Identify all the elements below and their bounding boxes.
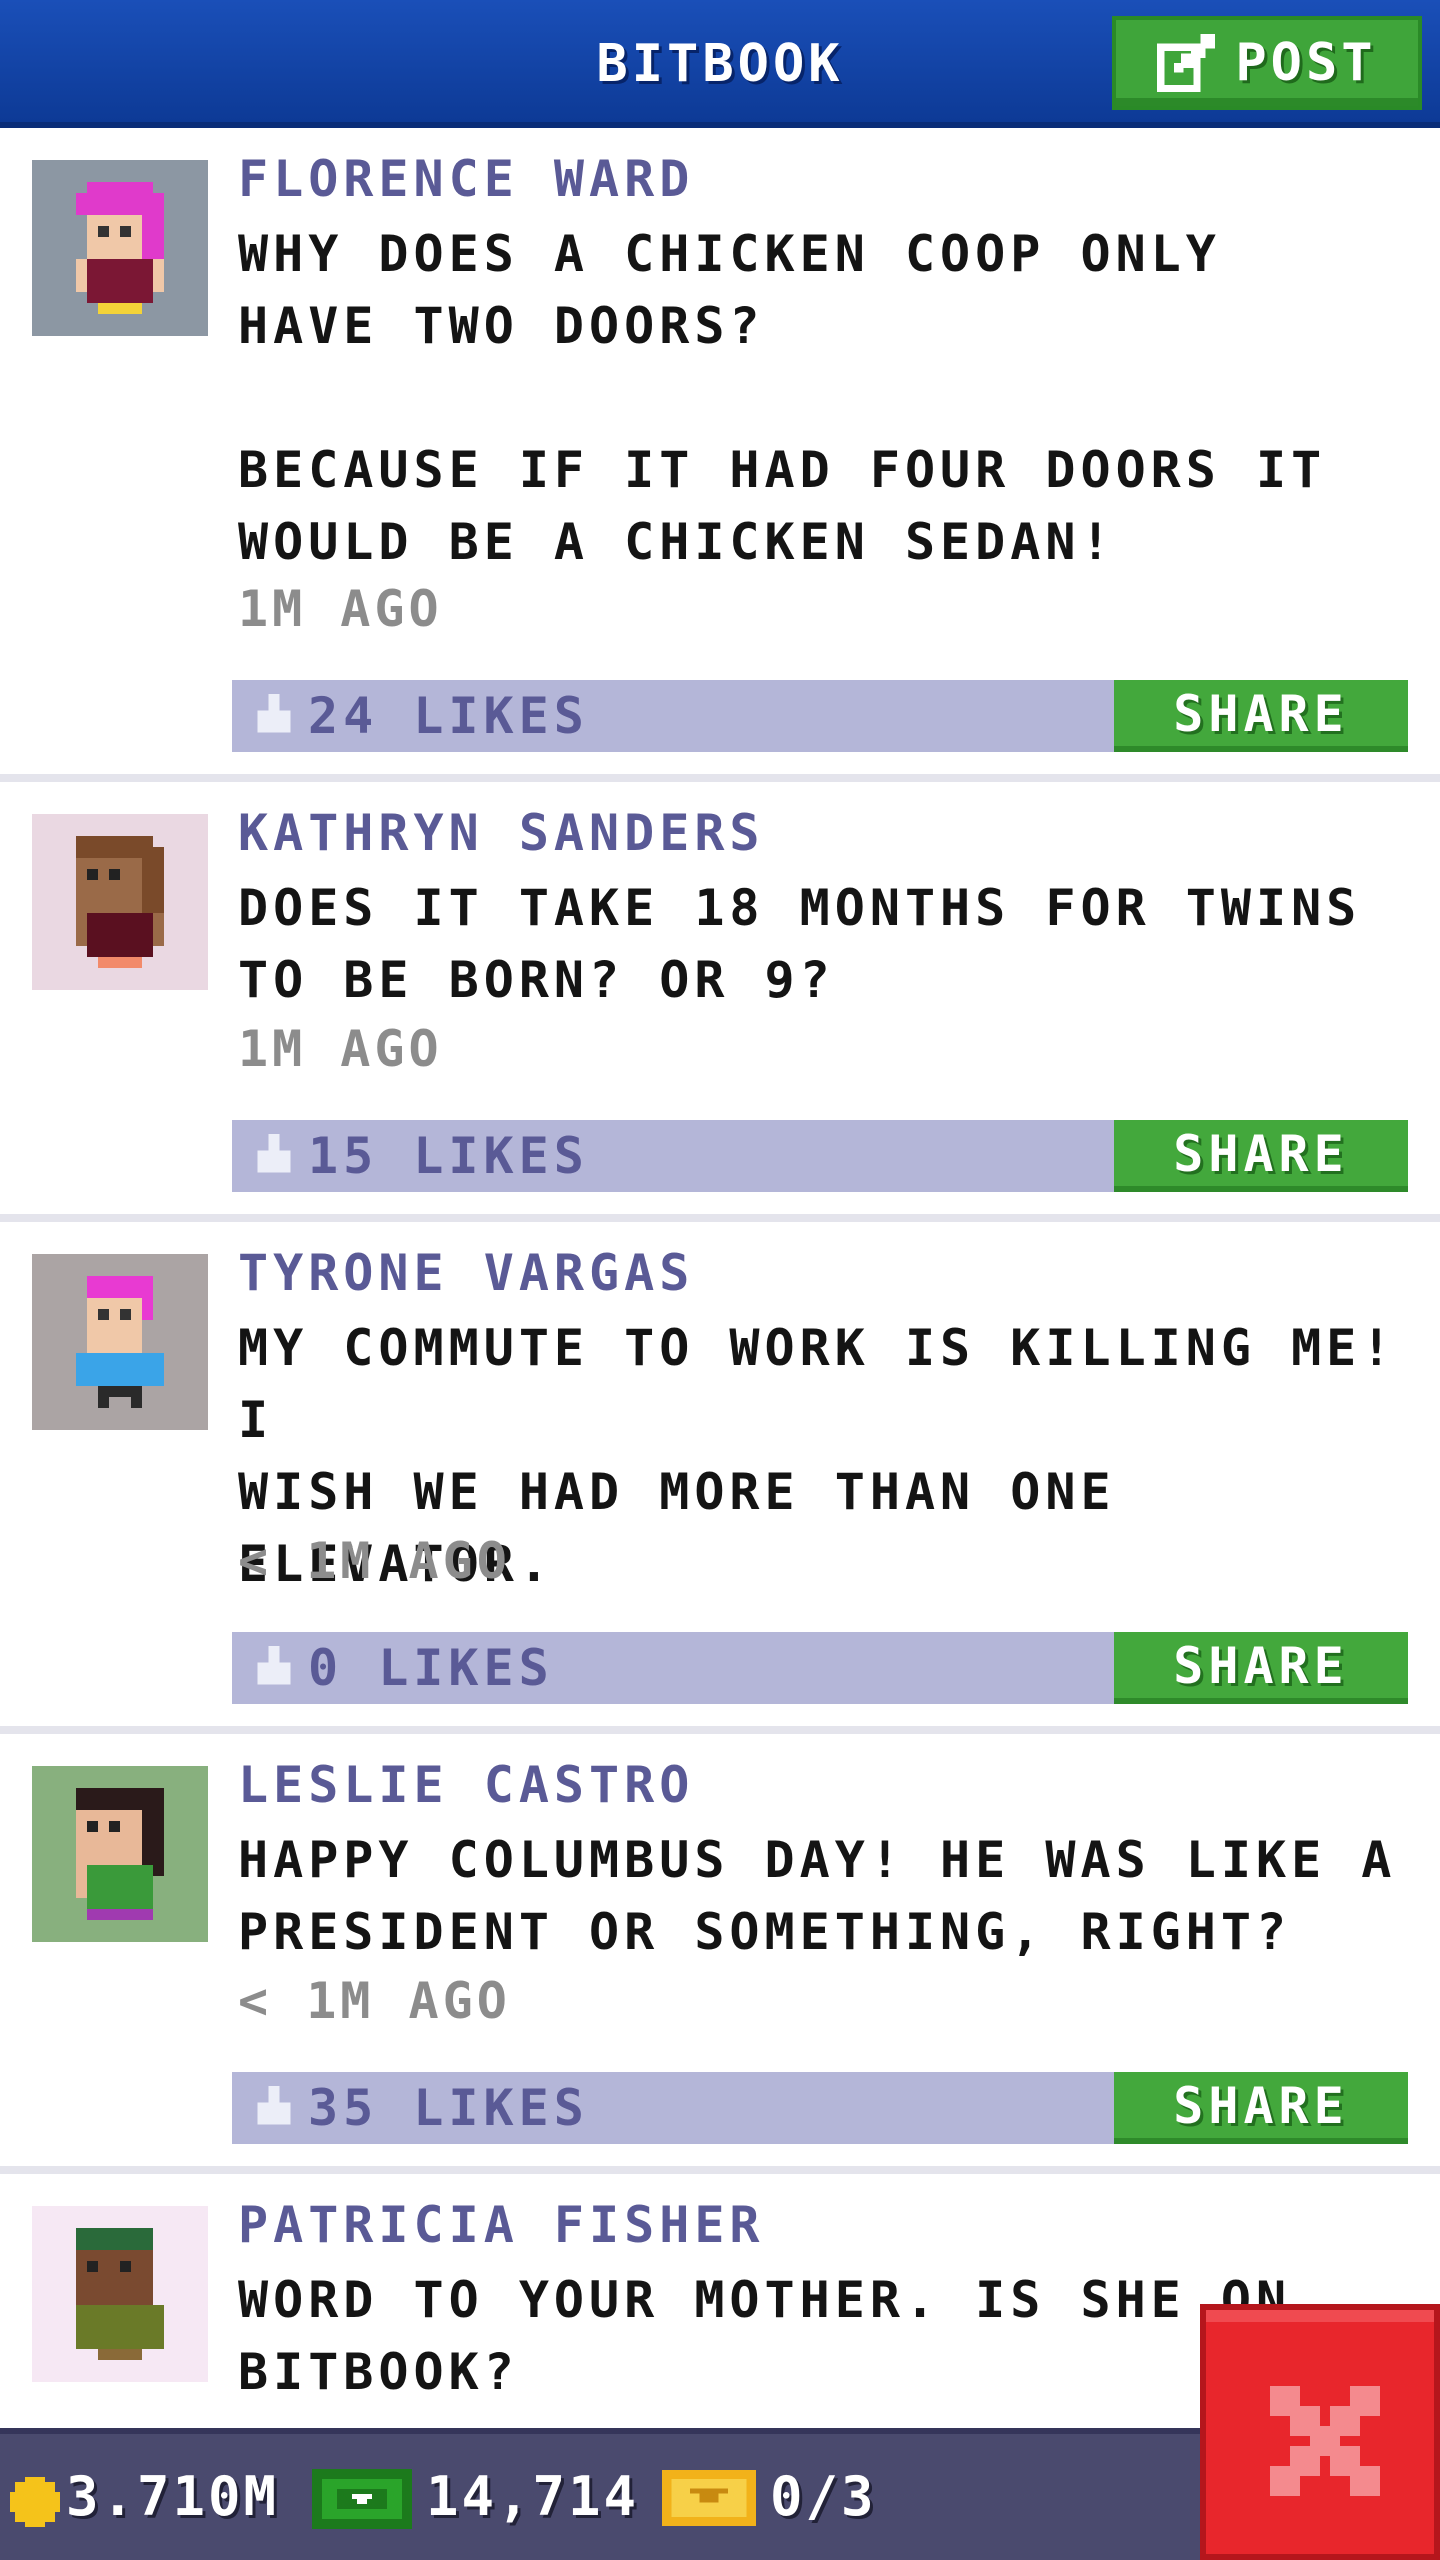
app-header: BITBOOK POST <box>0 0 1440 128</box>
post-time: < 1M AGO <box>238 1532 511 1590</box>
thumbs-up-icon <box>257 1646 291 1685</box>
post-time: 1M AGO <box>238 580 443 638</box>
likes-count: 0 LIKES <box>308 1639 554 1697</box>
post-button[interactable]: POST <box>1112 16 1422 110</box>
like-bar[interactable]: 0 LIKES SHARE <box>232 1632 1408 1704</box>
post-author[interactable]: KATHRYN SANDERS <box>238 804 765 862</box>
post-time: 1M AGO <box>238 1020 443 1078</box>
like-bar[interactable]: 24 LIKES SHARE <box>232 680 1408 752</box>
bux-icon <box>312 2469 412 2529</box>
share-button[interactable]: SHARE <box>1114 1120 1408 1192</box>
bux-amount: 14,714 <box>426 2465 640 2528</box>
feed-post: LESLIE CASTRO HAPPY COLUMBUS DAY! HE WAS… <box>0 1734 1440 2174</box>
close-icon <box>1270 2386 1380 2496</box>
tickets-count: 0/3 <box>770 2465 877 2528</box>
share-button[interactable]: SHARE <box>1114 1632 1408 1704</box>
feed[interactable]: FLORENCE WARD WHY DOES A CHICKEN COOP ON… <box>0 128 1440 2428</box>
coin-icon <box>10 2477 60 2527</box>
avatar[interactable] <box>32 2206 208 2382</box>
edit-icon <box>1157 34 1216 92</box>
post-author[interactable]: TYRONE VARGAS <box>238 1244 694 1302</box>
avatar[interactable] <box>32 160 208 336</box>
avatar[interactable] <box>32 1254 208 1430</box>
feed-post: KATHRYN SANDERS DOES IT TAKE 18 MONTHS F… <box>0 782 1440 1222</box>
post-author[interactable]: LESLIE CASTRO <box>238 1756 694 1814</box>
likes-count: 24 LIKES <box>308 687 589 745</box>
thumbs-up-icon <box>257 694 291 733</box>
post-author[interactable]: PATRICIA FISHER <box>238 2196 765 2254</box>
share-button[interactable]: SHARE <box>1114 2072 1408 2144</box>
avatar[interactable] <box>32 1766 208 1942</box>
post-author[interactable]: FLORENCE WARD <box>238 150 694 208</box>
share-button[interactable]: SHARE <box>1114 680 1408 752</box>
thumbs-up-icon <box>257 1134 291 1173</box>
avatar[interactable] <box>32 814 208 990</box>
post-button-label: POST <box>1235 33 1377 93</box>
coins-amount: 3.710M <box>66 2465 280 2528</box>
post-text: HAPPY COLUMBUS DAY! HE WAS LIKE A PRESID… <box>238 1831 1397 1961</box>
feed-post: FLORENCE WARD WHY DOES A CHICKEN COOP ON… <box>0 128 1440 782</box>
feed-post: TYRONE VARGAS MY COMMUTE TO WORK IS KILL… <box>0 1222 1440 1734</box>
likes-count: 35 LIKES <box>308 2079 589 2137</box>
likes-count: 15 LIKES <box>308 1127 589 1185</box>
like-bar[interactable]: 35 LIKES SHARE <box>232 2072 1408 2144</box>
close-button[interactable] <box>1200 2304 1440 2560</box>
post-text: WHY DOES A CHICKEN COOP ONLY HAVE TWO DO… <box>238 225 1327 571</box>
thumbs-up-icon <box>257 2086 291 2125</box>
post-time: < 1M AGO <box>238 1972 511 2030</box>
post-text: DOES IT TAKE 18 MONTHS FOR TWINS TO BE B… <box>238 879 1362 1009</box>
ticket-icon <box>662 2469 756 2527</box>
like-bar[interactable]: 15 LIKES SHARE <box>232 1120 1408 1192</box>
